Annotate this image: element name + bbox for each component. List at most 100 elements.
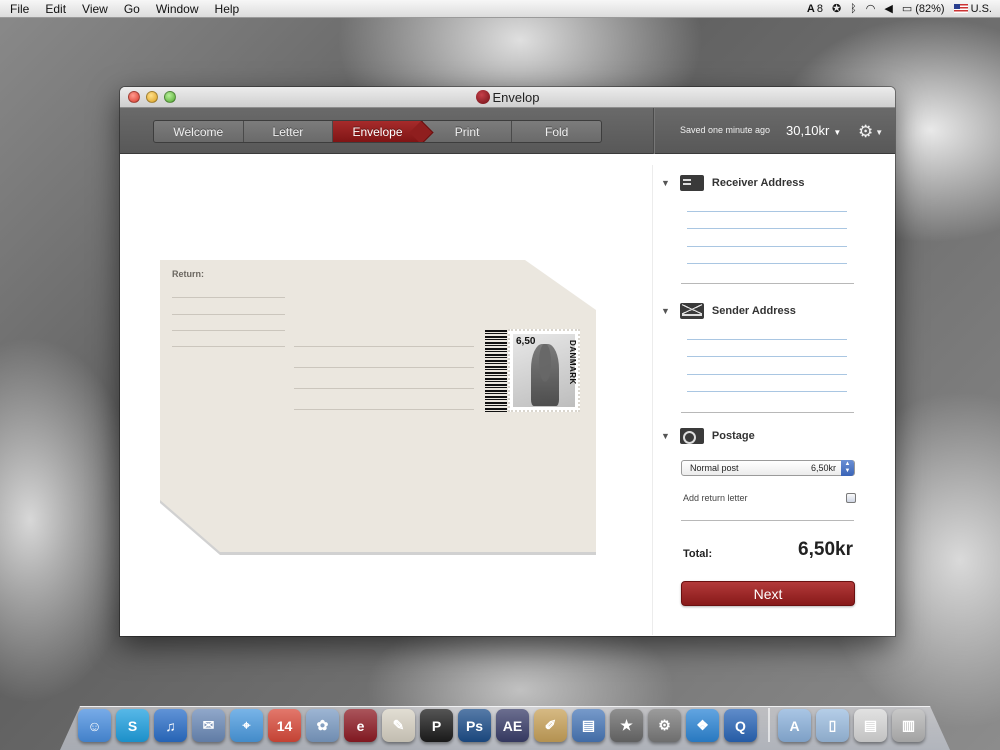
disclosure-triangle-icon[interactable]: ▼ (661, 178, 670, 188)
address-line[interactable] (294, 367, 474, 368)
return-address-line[interactable] (172, 297, 285, 298)
menu-bar: File Edit View Go Window Help A 8 ✪ ᛒ ◠ … (0, 0, 1000, 18)
textedit-icon[interactable]: ✎ (382, 709, 415, 742)
section-divider (681, 283, 854, 284)
main-content: Return: 6,50 DANMARK ▼ Receiver Address (120, 155, 895, 636)
disclosure-triangle-icon[interactable]: ▼ (661, 306, 670, 316)
bluetooth-icon[interactable]: ᛒ (850, 3, 857, 15)
mail-icon[interactable]: ✉ (192, 709, 225, 742)
envelop-icon[interactable]: e (344, 709, 377, 742)
total-value: 6,50kr (798, 539, 853, 560)
address-line[interactable] (294, 346, 474, 347)
menu-extras: A 8 ✪ ᛒ ◠ ◀ ▭ (82%) U.S. (798, 2, 1000, 16)
postal-barcode (485, 330, 507, 412)
menu-window[interactable]: Window (156, 2, 199, 16)
close-button[interactable] (128, 91, 140, 103)
receiver-address-line[interactable] (687, 246, 847, 247)
finder-icon[interactable]: ☺ (78, 709, 111, 742)
window-title: Envelop (475, 89, 540, 105)
sender-address-line[interactable] (687, 356, 847, 357)
photoshop-icon[interactable]: Ps (458, 709, 491, 742)
quicktime-icon[interactable]: Q (724, 709, 757, 742)
sender-section-header[interactable]: ▼ Sender Address (653, 303, 796, 319)
address-line[interactable] (294, 409, 474, 410)
applications-folder-icon[interactable]: A (778, 709, 811, 742)
toolbar: Welcome Letter Envelope Print Fold Saved… (120, 108, 895, 154)
return-address-line[interactable] (172, 314, 285, 315)
return-letter-label: Add return letter (683, 493, 748, 503)
return-letter-checkbox[interactable] (846, 493, 856, 503)
system-preferences-icon[interactable]: ⚙ (648, 709, 681, 742)
flag-icon[interactable] (953, 3, 968, 15)
step-envelope[interactable]: Envelope (332, 121, 422, 142)
receiver-address-line[interactable] (687, 263, 847, 264)
postage-select[interactable]: Normal post 6,50kr ▲ ▼ (681, 460, 855, 476)
input-source[interactable]: U.S. (971, 3, 992, 15)
select-arrows-icon: ▲ ▼ (841, 460, 854, 476)
wifi-icon[interactable]: ◠ (866, 2, 876, 15)
sync-icon[interactable]: ✪ (832, 2, 841, 15)
adobe-icon[interactable]: A (807, 3, 815, 15)
dropbox-icon[interactable]: ❖ (686, 709, 719, 742)
address-card-icon (679, 175, 704, 191)
step-welcome[interactable]: Welcome (154, 121, 243, 142)
postmark-icon (679, 428, 704, 444)
next-button[interactable]: Next (681, 581, 855, 606)
zoom-button[interactable] (164, 91, 176, 103)
receiver-address-line[interactable] (687, 211, 847, 212)
downloads-stack-icon[interactable]: ▤ (854, 709, 887, 742)
dock: ☺ S ♫ ✉ ⌖ 14 ✿ e ✎ P Ps AE ✐ ▤ ★ ⚙ ❖ Q A ▯ ▤ ▥ (78, 698, 930, 742)
receiver-address-line[interactable] (687, 228, 847, 229)
keynote-icon[interactable]: ▤ (572, 709, 605, 742)
aftereffects-icon[interactable]: AE (496, 709, 529, 742)
imovie-icon[interactable]: ★ (610, 709, 643, 742)
balance-dropdown[interactable]: 30,10kr ▼ (786, 123, 841, 138)
sender-address-line[interactable] (687, 339, 847, 340)
sender-address-line[interactable] (687, 391, 847, 392)
sender-address-line[interactable] (687, 374, 847, 375)
stamp-country: DANMARK (568, 340, 577, 385)
postage-stamp: 6,50 DANMARK (508, 329, 580, 412)
battery-icon[interactable]: ▭ (902, 2, 912, 15)
p-app-icon[interactable]: P (420, 709, 453, 742)
menu-file[interactable]: File (10, 2, 29, 16)
disclosure-triangle-icon[interactable]: ▼ (661, 431, 670, 441)
wax-seal-icon (475, 90, 490, 104)
minimize-button[interactable] (146, 91, 158, 103)
balance-value: 30,10kr (786, 123, 830, 138)
pencil-icon[interactable]: ✐ (534, 709, 567, 742)
postage-section-header[interactable]: ▼ Postage (653, 428, 755, 444)
menu-edit[interactable]: Edit (45, 2, 66, 16)
window-title-text: Envelop (492, 89, 540, 105)
address-line[interactable] (294, 388, 474, 389)
settings-menu[interactable]: ⚙ ▼ (858, 122, 883, 142)
iphoto-icon[interactable]: ✿ (306, 709, 339, 742)
trash-icon[interactable]: ▥ (892, 709, 925, 742)
menu-view[interactable]: View (82, 2, 108, 16)
step-print[interactable]: Print (421, 121, 512, 142)
safari-icon[interactable]: ⌖ (230, 709, 263, 742)
menu-help[interactable]: Help (215, 2, 240, 16)
receiver-section-header[interactable]: ▼ Receiver Address (653, 175, 804, 191)
dock-separator (768, 708, 770, 742)
menu-go[interactable]: Go (124, 2, 140, 16)
volume-icon[interactable]: ◀ (884, 2, 892, 15)
chevron-down-icon: ▼ (833, 128, 842, 137)
return-address-line[interactable] (172, 346, 285, 347)
itunes-icon[interactable]: ♫ (154, 709, 187, 742)
title-bar[interactable]: Envelop (120, 87, 895, 108)
battery-percent[interactable]: (82%) (915, 3, 944, 15)
stamp-value: 6,50 (516, 336, 536, 347)
return-address-line[interactable] (172, 330, 285, 331)
chevron-down-icon: ▼ (875, 128, 884, 138)
step-letter[interactable]: Letter (242, 121, 333, 142)
stamp-image: 6,50 DANMARK (513, 334, 577, 407)
step-fold[interactable]: Fold (511, 121, 601, 142)
section-divider (681, 412, 854, 413)
documents-folder-icon[interactable]: ▯ (816, 709, 849, 742)
ical-icon[interactable]: 14 (268, 709, 301, 742)
gear-icon: ⚙ (858, 122, 874, 141)
skype-icon[interactable]: S (116, 709, 149, 742)
mermaid-figure (531, 344, 559, 406)
window-controls (128, 91, 182, 103)
